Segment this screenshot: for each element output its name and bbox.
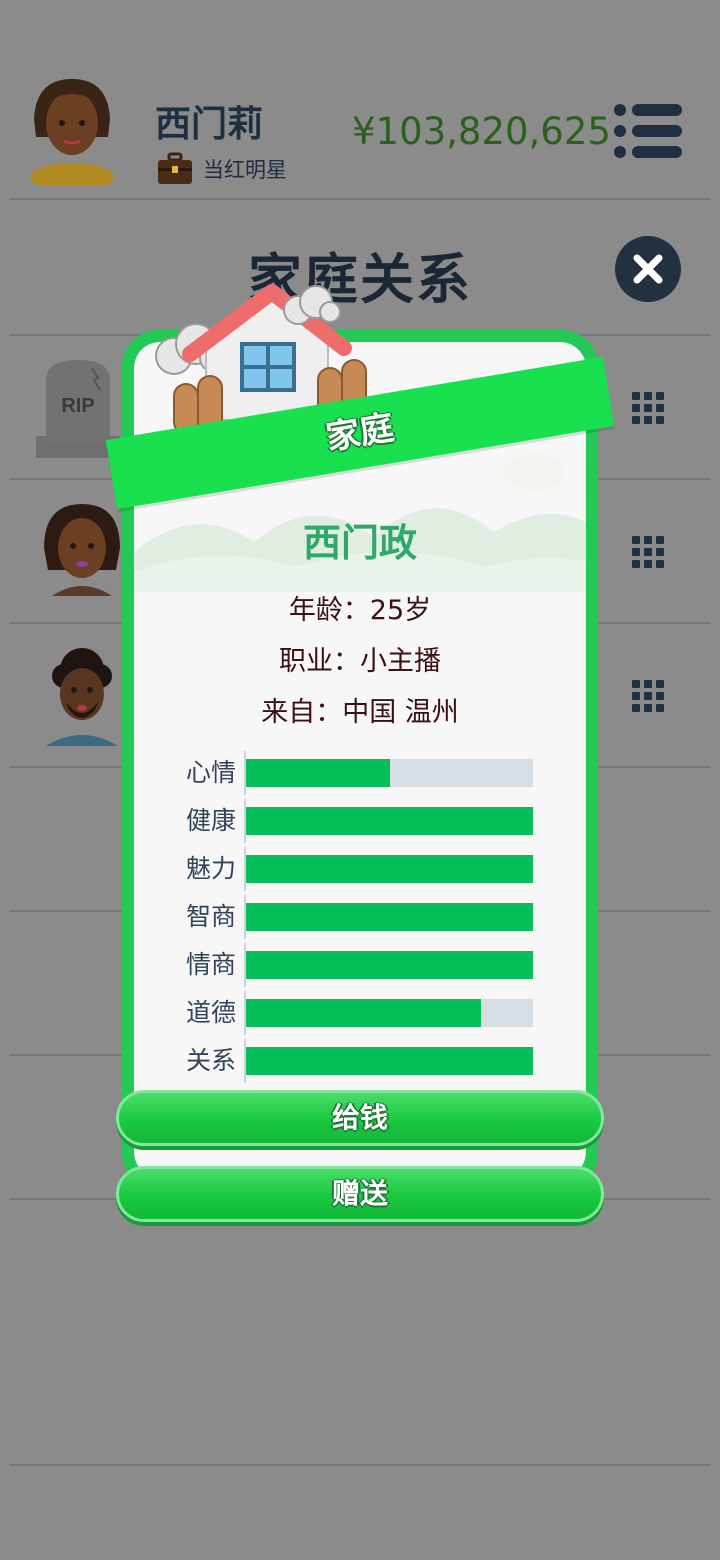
stat-label: 魅力 — [185, 854, 236, 883]
stat-track — [246, 903, 533, 931]
tomb-text: RIP — [61, 395, 94, 417]
stat-row-eq: 情商 — [170, 943, 550, 987]
stat-track — [246, 1047, 533, 1075]
stat-fill — [246, 903, 533, 931]
stat-label: 健康 — [185, 806, 236, 835]
cloud-icon — [283, 285, 341, 325]
row-menu-icon[interactable] — [632, 392, 664, 424]
stat-track — [246, 759, 533, 787]
stat-label: 道德 — [185, 998, 236, 1027]
stat-label: 智商 — [185, 902, 236, 931]
stat-label: 心情 — [185, 758, 236, 787]
money-balance: ¥103,820,625 — [352, 110, 611, 153]
player-job-label: 当红明星 — [203, 158, 287, 182]
stat-row-health: 健康 — [170, 799, 550, 843]
give-money-button[interactable]: 给钱 — [116, 1090, 604, 1146]
stat-row-morality: 道德 — [170, 991, 550, 1035]
stat-fill — [246, 999, 482, 1027]
stat-track — [246, 807, 533, 835]
stat-fill — [246, 855, 533, 883]
player-name: 西门莉 — [155, 104, 264, 145]
gift-button[interactable]: 赠送 — [116, 1166, 604, 1222]
stat-fill — [246, 1047, 533, 1075]
stat-fill — [246, 807, 533, 835]
stat-track — [246, 951, 533, 979]
member-origin: 来自：中国 温州 — [261, 697, 459, 728]
member-name: 西门政 — [302, 521, 417, 565]
briefcase-icon — [158, 152, 192, 184]
close-icon[interactable] — [614, 235, 682, 303]
stat-fill — [246, 759, 390, 787]
top-header: 西门莉 当红明星 ¥103,820,625 — [0, 0, 720, 200]
stat-fill — [246, 951, 533, 979]
divider — [10, 1464, 710, 1466]
member-age: 年龄：25岁 — [288, 595, 432, 626]
stat-row-charm: 魅力 — [170, 847, 550, 891]
stat-row-mood: 心情 — [170, 751, 550, 795]
stat-label: 关系 — [185, 1046, 236, 1075]
divider — [10, 198, 710, 200]
player-job: 当红明星 — [157, 152, 287, 186]
stat-track — [246, 999, 533, 1027]
stat-label: 情商 — [185, 950, 236, 979]
member-job: 职业：小主播 — [279, 646, 441, 677]
stat-track — [246, 855, 533, 883]
player-avatar-icon[interactable] — [28, 75, 116, 185]
stat-row-relationship: 关系 — [170, 1039, 550, 1083]
stat-row-iq: 智商 — [170, 895, 550, 939]
menu-icon[interactable] — [612, 102, 684, 160]
